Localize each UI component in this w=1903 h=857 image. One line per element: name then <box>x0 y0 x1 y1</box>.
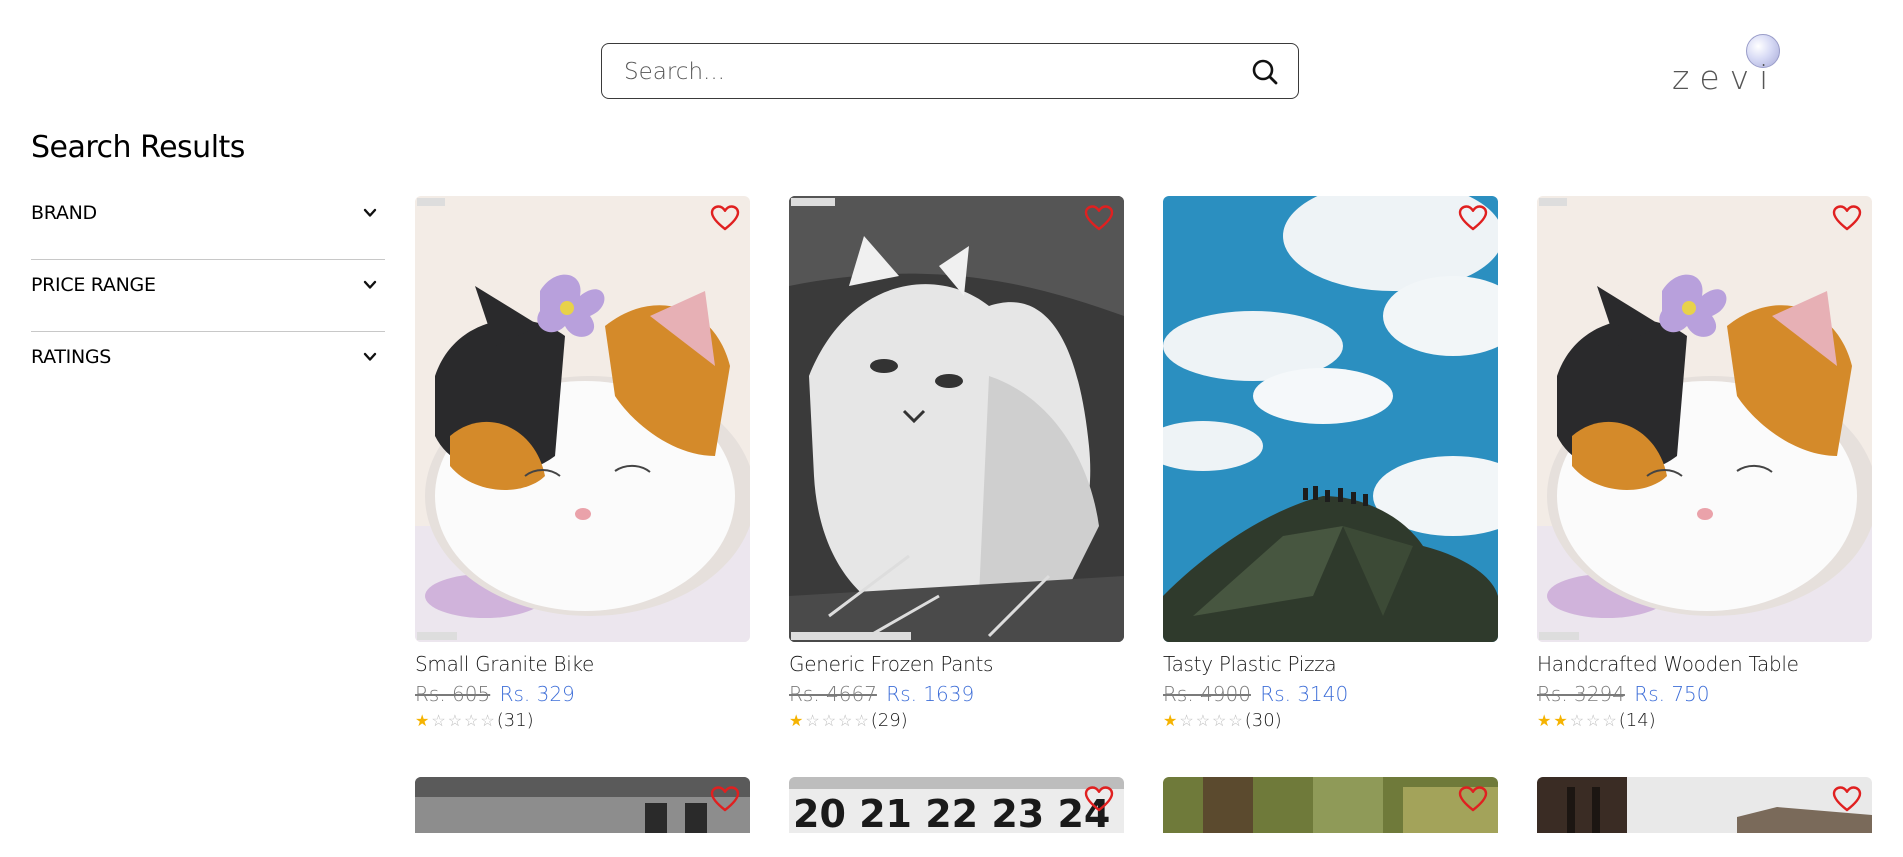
discounted-price: Rs. 1639 <box>886 682 975 706</box>
filter-ratings[interactable]: RATINGS <box>31 332 385 403</box>
original-price: Rs. 605 <box>415 682 491 706</box>
product-price: Rs. 4667 Rs. 1639 <box>789 682 1124 706</box>
discounted-price: Rs. 750 <box>1634 682 1710 706</box>
product-price: Rs. 605 Rs. 329 <box>415 682 750 706</box>
product-photo <box>1163 196 1498 642</box>
page-title: Search Results <box>31 130 245 165</box>
star-empty-icon: ☆ <box>447 711 463 730</box>
product-image[interactable] <box>1537 196 1872 642</box>
search-input[interactable] <box>622 44 1226 100</box>
heart-icon[interactable] <box>710 204 740 232</box>
product-photo <box>789 196 1124 642</box>
star-empty-icon: ☆ <box>1586 711 1601 730</box>
top-header: zevi <box>0 0 1903 110</box>
product-image[interactable] <box>1163 196 1498 642</box>
star-empty-icon: ☆ <box>464 711 479 730</box>
product-photo <box>415 777 750 833</box>
product-image[interactable] <box>1537 777 1872 833</box>
star-filled-icon: ★ <box>1553 711 1568 730</box>
chevron-down-icon[interactable] <box>361 348 379 366</box>
heart-icon[interactable] <box>1084 204 1114 232</box>
chevron-down-icon[interactable] <box>361 204 379 222</box>
product-name[interactable]: Generic Frozen Pants <box>789 652 1124 676</box>
product-card[interactable]: Tasty Plastic Pizza Rs. 4900 Rs. 3140 ★ ☆… <box>1163 196 1498 731</box>
original-price: Rs. 4900 <box>1163 682 1251 706</box>
product-photo <box>1537 196 1872 642</box>
product-card[interactable] <box>415 777 750 833</box>
star-empty-icon: ☆ <box>1195 711 1211 730</box>
star-rating: ★ ☆ ☆ ☆ ☆ <box>789 710 871 731</box>
product-card[interactable]: Generic Frozen Pants Rs. 4667 Rs. 1639 ★… <box>789 196 1124 731</box>
filter-label: PRICE RANGE <box>31 274 156 296</box>
product-card[interactable] <box>1163 777 1498 833</box>
heart-icon[interactable] <box>1084 785 1114 813</box>
star-rating: ★ ☆ ☆ ☆ ☆ <box>1163 710 1245 731</box>
star-empty-icon: ☆ <box>431 711 446 730</box>
star-empty-icon: ☆ <box>838 711 853 730</box>
star-empty-icon: ☆ <box>1569 711 1585 730</box>
star-filled-icon: ★ <box>1537 711 1552 730</box>
original-price: Rs. 4667 <box>789 682 877 706</box>
product-photo: 20 21 22 23 24 <box>789 777 1124 833</box>
product-rating: ★ ☆ ☆ ☆ ☆ (31) <box>415 710 750 731</box>
star-empty-icon: ☆ <box>480 711 495 730</box>
product-rating: ★ ☆ ☆ ☆ ☆ (29) <box>789 710 1124 731</box>
filter-brand[interactable]: BRAND <box>31 188 385 260</box>
star-empty-icon: ☆ <box>821 711 837 730</box>
product-photo <box>415 196 750 642</box>
filter-label: BRAND <box>31 202 97 224</box>
product-image[interactable]: 20 21 22 23 24 <box>789 777 1124 833</box>
heart-icon[interactable] <box>1458 785 1488 813</box>
star-empty-icon: ☆ <box>1228 711 1243 730</box>
star-rating: ★ ☆ ☆ ☆ ☆ <box>415 710 497 731</box>
chevron-down-icon[interactable] <box>361 276 379 294</box>
search-icon[interactable] <box>1250 57 1280 87</box>
zevi-logo[interactable]: zevi <box>1668 32 1788 102</box>
review-count: (31) <box>496 710 534 731</box>
product-image[interactable] <box>415 777 750 833</box>
star-empty-icon: ☆ <box>1179 711 1194 730</box>
star-empty-icon: ☆ <box>805 711 820 730</box>
product-image[interactable] <box>789 196 1124 642</box>
calendar-numbers: 20 21 22 23 24 <box>793 792 1110 833</box>
product-image[interactable] <box>415 196 750 642</box>
filter-sidebar: BRAND PRICE RANGE RATINGS <box>31 188 385 403</box>
product-image[interactable] <box>1163 777 1498 833</box>
product-rating: ★ ★ ☆ ☆ ☆ (14) <box>1537 710 1872 731</box>
heart-icon[interactable] <box>1832 204 1862 232</box>
product-price: Rs. 4900 Rs. 3140 <box>1163 682 1498 706</box>
star-filled-icon: ★ <box>789 711 804 730</box>
product-card[interactable]: Handcrafted Wooden Table Rs. 3294 Rs. 75… <box>1537 196 1872 731</box>
search-bar[interactable] <box>601 43 1299 100</box>
product-card[interactable]: 20 21 22 23 24 <box>789 777 1124 833</box>
star-empty-icon: ☆ <box>1212 711 1227 730</box>
logo-text: zevi <box>1672 58 1779 97</box>
star-filled-icon: ★ <box>1163 711 1178 730</box>
product-photo <box>1537 777 1872 833</box>
product-name[interactable]: Tasty Plastic Pizza <box>1163 652 1498 676</box>
product-name[interactable]: Handcrafted Wooden Table <box>1537 652 1872 676</box>
star-empty-icon: ☆ <box>1602 711 1617 730</box>
star-empty-icon: ☆ <box>854 711 869 730</box>
product-card[interactable] <box>1537 777 1872 833</box>
filter-price-range[interactable]: PRICE RANGE <box>31 260 385 332</box>
product-photo <box>1163 777 1498 833</box>
review-count: (29) <box>870 710 908 731</box>
heart-icon[interactable] <box>1832 785 1862 813</box>
product-rating: ★ ☆ ☆ ☆ ☆ (30) <box>1163 710 1498 731</box>
star-filled-icon: ★ <box>415 711 430 730</box>
product-card[interactable]: Small Granite Bike Rs. 605 Rs. 329 ★ ☆ ☆ ☆ ☆… <box>415 196 750 731</box>
heart-icon[interactable] <box>710 785 740 813</box>
discounted-price: Rs. 329 <box>499 682 575 706</box>
star-rating: ★ ★ ☆ ☆ ☆ <box>1537 710 1619 731</box>
review-count: (14) <box>1618 710 1656 731</box>
heart-icon[interactable] <box>1458 204 1488 232</box>
original-price: Rs. 3294 <box>1537 682 1625 706</box>
product-price: Rs. 3294 Rs. 750 <box>1537 682 1872 706</box>
discounted-price: Rs. 3140 <box>1260 682 1349 706</box>
product-name[interactable]: Small Granite Bike <box>415 652 750 676</box>
filter-label: RATINGS <box>31 346 112 368</box>
review-count: (30) <box>1244 710 1282 731</box>
